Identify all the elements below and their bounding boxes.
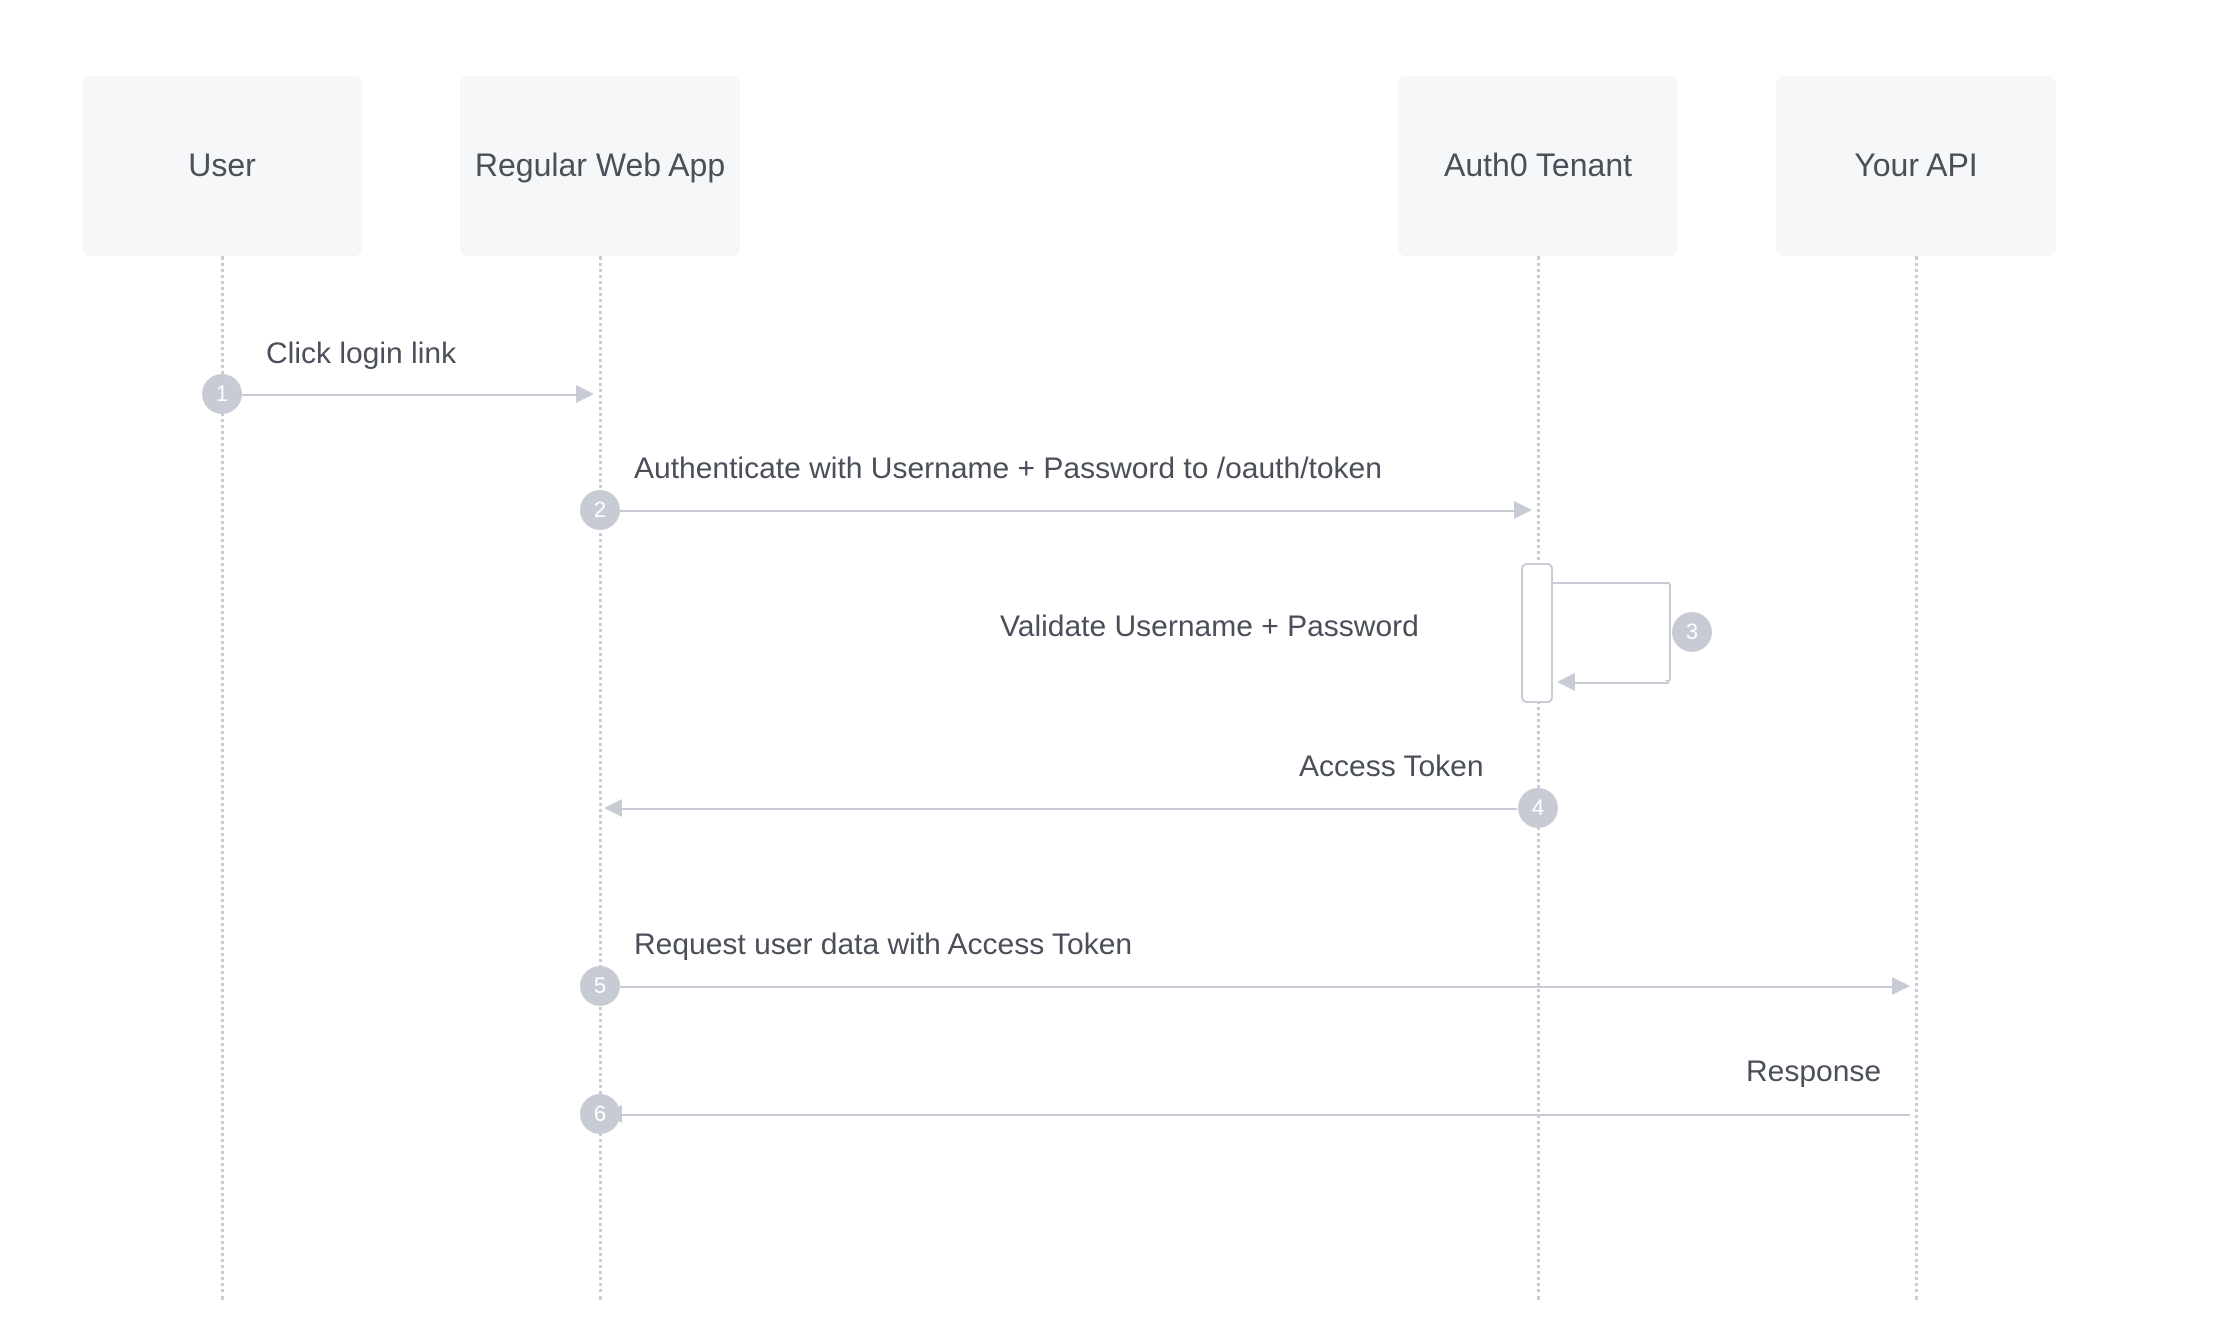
step-3-label: Validate Username + Password [1000,610,1419,644]
step-1-arrow [242,394,580,396]
step-5-badge: 5 [580,966,620,1006]
participant-auth0-label: Auth0 Tenant [1444,145,1632,187]
participant-webapp: Regular Web App [460,76,740,256]
step-1-label: Click login link [266,337,456,371]
step-6-badge: 6 [580,1094,620,1134]
participant-api: Your API [1776,76,2056,256]
step-1-arrowhead-icon [576,385,594,403]
sequence-diagram: User Regular Web App Auth0 Tenant Your A… [0,0,2234,1330]
step-3-arrowhead-icon [1557,673,1575,691]
lifeline-webapp [599,256,602,1300]
lifeline-auth0 [1537,256,1540,1300]
step-4-badge: 4 [1518,788,1558,828]
step-1-badge: 1 [202,374,242,414]
participant-webapp-label: Regular Web App [475,145,725,187]
step-4-arrow [622,808,1517,810]
step-2-arrow [620,510,1518,512]
step-3-return-line [1575,682,1669,684]
participant-user-label: User [188,145,256,187]
participant-auth0: Auth0 Tenant [1398,76,1678,256]
activation-auth0 [1521,563,1553,703]
step-2-badge: 2 [580,490,620,530]
lifeline-api [1915,256,1918,1300]
step-2-label: Authenticate with Username + Password to… [634,452,1382,486]
step-2-arrowhead-icon [1514,501,1532,519]
step-3-badge: 3 [1672,612,1712,652]
step-4-arrowhead-icon [604,799,622,817]
step-5-arrowhead-icon [1892,977,1910,995]
step-4-label: Access Token [1299,750,1484,784]
step-3-out-line [1553,582,1669,584]
step-5-label: Request user data with Access Token [634,928,1132,962]
step-6-arrow [622,1114,1910,1116]
step-6-label: Response [1746,1055,1881,1089]
participant-api-label: Your API [1854,145,1977,187]
step-3-loop-box [1665,582,1671,682]
participant-user: User [82,76,362,256]
step-5-arrow [620,986,1896,988]
